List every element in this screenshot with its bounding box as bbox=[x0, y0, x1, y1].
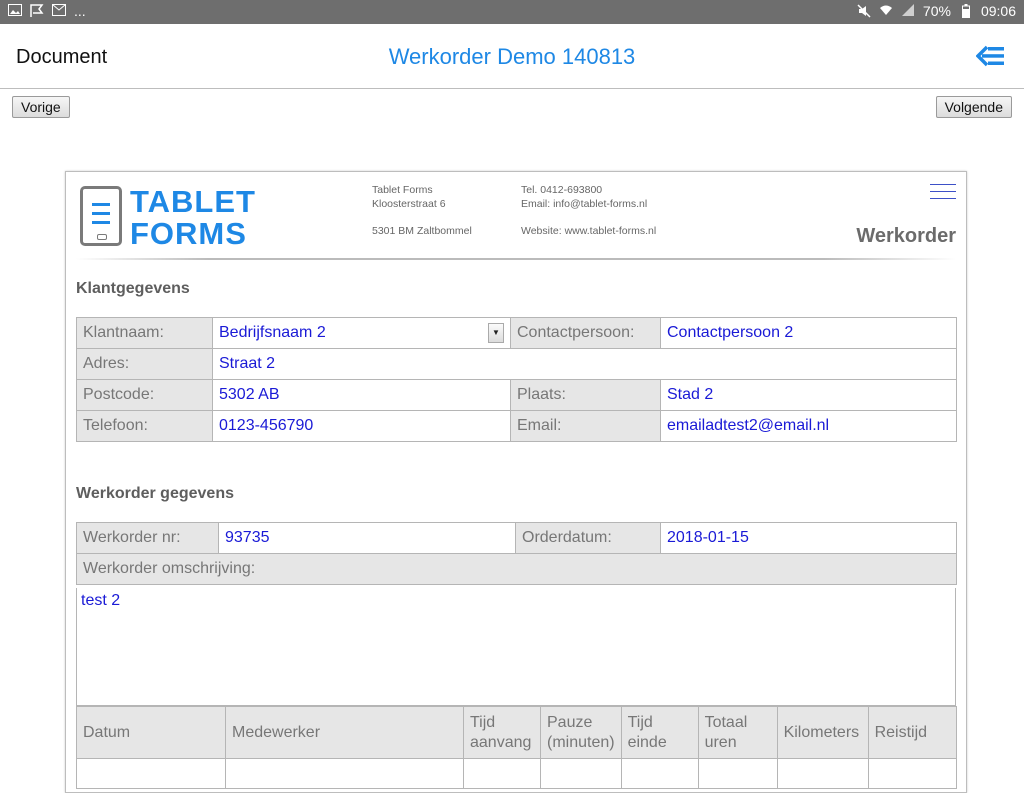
contactpersoon-field[interactable]: Contactpersoon 2 bbox=[660, 317, 957, 349]
dropdown-arrow-icon[interactable]: ▼ bbox=[488, 322, 504, 343]
section-heading-werkorder: Werkorder gegevens bbox=[76, 485, 234, 502]
hours-cell-datum[interactable] bbox=[76, 758, 226, 789]
telefoon-label: Telefoon: bbox=[76, 410, 213, 442]
werkorder-nr-label: Werkorder nr: bbox=[76, 522, 219, 554]
klantnaam-value: Bedrijfsnaam 2 bbox=[219, 323, 326, 341]
image-icon bbox=[8, 4, 22, 18]
contactpersoon-label: Contactpersoon: bbox=[510, 317, 661, 349]
hours-table: Datum Medewerker Tijd aanvang Pauze (min… bbox=[76, 706, 958, 789]
tablet-forms-logo: TABLET FORMS bbox=[80, 186, 255, 251]
page-title: Document bbox=[16, 46, 108, 68]
clock: 09:06 bbox=[980, 3, 1016, 19]
adres-label: Adres: bbox=[76, 348, 213, 380]
col-header-datum: Datum bbox=[76, 706, 226, 759]
company-website: Website: www.tablet-forms.nl bbox=[521, 225, 657, 237]
mail-icon bbox=[52, 4, 66, 18]
hours-cell-kilometers[interactable] bbox=[776, 758, 869, 789]
mute-icon bbox=[857, 4, 871, 18]
header-divider bbox=[76, 258, 956, 260]
col-header-kilometers: Kilometers bbox=[776, 706, 869, 759]
app-header: Document Werkorder Demo 140813 bbox=[0, 24, 1024, 89]
document-title: Werkorder Demo 140813 bbox=[388, 44, 636, 69]
omschrijving-value: test 2 bbox=[81, 592, 121, 609]
col-header-pauze: Pauze (minuten) bbox=[540, 706, 622, 759]
company-email: Email: info@tablet-forms.nl bbox=[521, 198, 648, 210]
check-flag-icon bbox=[30, 4, 44, 18]
company-address: Tablet Forms Kloosterstraat 6 5301 BM Za… bbox=[372, 183, 472, 238]
status-bar: ... 70% 09:06 bbox=[0, 0, 1024, 24]
signal-icon bbox=[901, 4, 915, 18]
col-header-tijd-aanvang: Tijd aanvang bbox=[463, 706, 541, 759]
col-header-totaal-uren: Totaal uren bbox=[697, 706, 778, 759]
hours-cell-totaal-uren[interactable] bbox=[697, 758, 778, 789]
hours-cell-reistijd[interactable] bbox=[867, 758, 958, 789]
col-header-medewerker: Medewerker bbox=[225, 706, 464, 759]
company-street: Kloosterstraat 6 bbox=[372, 198, 446, 210]
klantnaam-label: Klantnaam: bbox=[76, 317, 213, 349]
tablet-icon bbox=[80, 186, 122, 246]
postcode-label: Postcode: bbox=[76, 379, 213, 411]
telefoon-field[interactable]: 0123-456790 bbox=[212, 410, 511, 442]
company-name: Tablet Forms bbox=[372, 184, 433, 196]
company-contact: Tel. 0412-693800 Email: info@tablet-form… bbox=[521, 183, 656, 238]
adres-field[interactable]: Straat 2 bbox=[212, 348, 957, 380]
hamburger-menu-icon[interactable] bbox=[930, 184, 956, 202]
email-field[interactable]: emailadtest2@email.nl bbox=[660, 410, 957, 442]
hours-cell-pauze[interactable] bbox=[540, 758, 622, 789]
orderdatum-label: Orderdatum: bbox=[515, 522, 661, 554]
klant-table: Klantnaam: Bedrijfsnaam 2 ▼ Contactperso… bbox=[76, 317, 957, 442]
omschrijving-textarea[interactable]: test 2 bbox=[76, 588, 956, 706]
col-header-tijd-einde: Tijd einde bbox=[620, 706, 699, 759]
form-title: Werkorder bbox=[856, 225, 956, 247]
previous-button[interactable]: Vorige bbox=[12, 96, 70, 118]
company-city: 5301 BM Zaltbommel bbox=[372, 225, 472, 237]
omschrijving-label: Werkorder omschrijving: bbox=[76, 553, 957, 585]
email-label: Email: bbox=[510, 410, 661, 442]
postcode-field[interactable]: 5302 AB bbox=[212, 379, 511, 411]
battery-icon bbox=[959, 4, 973, 18]
next-button[interactable]: Volgende bbox=[935, 96, 1012, 118]
werkorder-nr-field[interactable]: 93735 bbox=[218, 522, 516, 554]
logo-text-bottom: FORMS bbox=[130, 216, 247, 251]
document-page: TABLET FORMS Tablet Forms Kloosterstraat… bbox=[65, 171, 967, 793]
hours-cell-medewerker[interactable] bbox=[225, 758, 464, 789]
klantnaam-select[interactable]: Bedrijfsnaam 2 ▼ bbox=[212, 317, 511, 349]
more-notifications: ... bbox=[74, 3, 86, 19]
plaats-field[interactable]: Stad 2 bbox=[660, 379, 957, 411]
col-header-reistijd: Reistijd bbox=[867, 706, 958, 759]
company-tel: Tel. 0412-693800 bbox=[521, 184, 603, 196]
plaats-label: Plaats: bbox=[510, 379, 661, 411]
hours-cell-tijd-einde[interactable] bbox=[620, 758, 699, 789]
wifi-icon bbox=[879, 4, 893, 18]
werkorder-table: Werkorder nr: 93735 Orderdatum: 2018-01-… bbox=[76, 522, 957, 585]
back-menu-icon[interactable] bbox=[975, 44, 1006, 68]
logo-text-top: TABLET bbox=[130, 184, 256, 219]
hours-cell-tijd-aanvang[interactable] bbox=[463, 758, 541, 789]
battery-level: 70% bbox=[922, 3, 951, 19]
orderdatum-field[interactable]: 2018-01-15 bbox=[660, 522, 957, 554]
section-heading-klant: Klantgegevens bbox=[76, 280, 190, 297]
